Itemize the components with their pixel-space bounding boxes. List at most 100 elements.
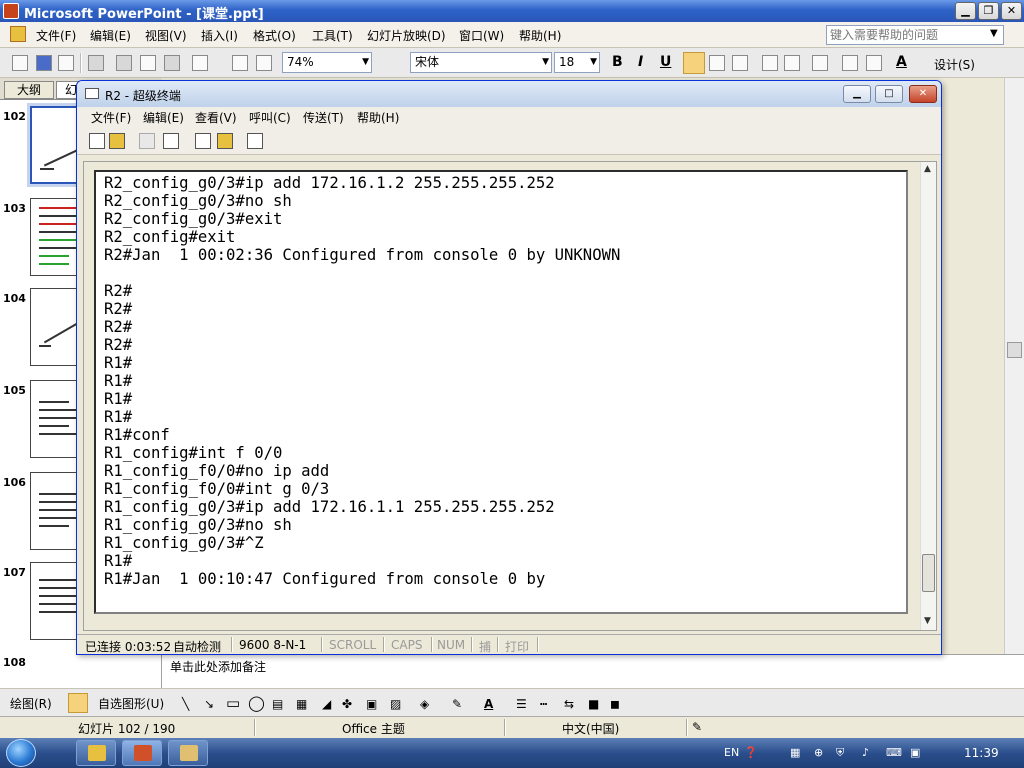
clock[interactable]: 11:39 [964,746,999,760]
draw-menu-button[interactable]: 绘图(R) [10,695,52,712]
menu-window[interactable]: 窗口(W) [459,27,504,44]
font-size-select[interactable]: 18 ▼ [554,52,600,73]
arrow-style-icon[interactable]: ⇆ [564,697,574,711]
numbering-icon[interactable] [762,55,778,71]
ht-menu-view[interactable]: 查看(V) [195,109,237,126]
fill-color-icon[interactable]: ◈ [420,697,429,711]
properties-icon[interactable] [247,133,263,149]
3d-icon[interactable]: ◼ [610,697,620,711]
minimize-button[interactable]: ▁ [955,2,976,20]
volume-icon[interactable]: ♪ [862,746,869,759]
permission-icon[interactable] [58,55,74,71]
bold-button[interactable]: B [612,54,623,70]
open-icon[interactable] [109,133,125,149]
undo-icon[interactable] [192,55,208,71]
new-connection-icon[interactable] [89,133,105,149]
notes-pane[interactable]: 单击此处添加备注 [162,654,1024,688]
font-color-button[interactable]: A [896,54,907,70]
line-icon[interactable]: ╲ [182,697,189,711]
font-name-select[interactable]: 宋体 ▼ [410,52,552,73]
new-icon[interactable] [12,55,28,71]
send-icon[interactable] [195,133,211,149]
menu-slideshow[interactable]: 幻灯片放映(D) [367,27,446,44]
hyperterminal-task-button[interactable] [168,740,208,766]
menu-insert[interactable]: 插入(I) [201,27,238,44]
menu-help[interactable]: 帮助(H) [519,27,561,44]
zoom-select[interactable]: 74% ▼ [282,52,372,73]
align-center-icon[interactable] [709,55,725,71]
clipart-icon[interactable]: ✤ [342,697,352,711]
textbox-icon[interactable]: ▤ [272,697,283,711]
disconnect-icon[interactable] [163,133,179,149]
menu-format[interactable]: 格式(O) [253,27,296,44]
shield-icon[interactable]: ⛨ [836,746,844,760]
scroll-down-icon[interactable]: ▼ [924,616,931,626]
align-left-button[interactable] [683,52,705,74]
autoshapes-button[interactable]: 自选图形(U) [98,695,164,712]
dash-style-icon[interactable]: ┅ [540,697,547,711]
align-right-icon[interactable] [732,55,748,71]
ht-menu-call[interactable]: 呼叫(C) [249,109,291,126]
scroll-thumb[interactable] [1007,342,1022,358]
tab-outline[interactable]: 大纲 [4,81,54,99]
call-icon[interactable] [139,133,155,149]
close-button[interactable]: ✕ [1001,2,1022,20]
help-icon[interactable]: ❓ [744,746,758,759]
terminal-scroll-thumb[interactable] [922,554,935,592]
network-icon[interactable]: ▦ [790,746,800,759]
increase-indent-icon[interactable] [866,55,882,71]
scroll-up-icon[interactable]: ▲ [924,164,931,174]
italic-button[interactable]: I [638,54,643,70]
ht-maximize-button[interactable]: □ [875,85,903,103]
document-icon[interactable] [10,26,26,42]
menu-file[interactable]: 文件(F) [36,27,76,44]
hyperterminal-titlebar[interactable]: R2 - 超级终端 ▁ □ ✕ [77,81,941,107]
shadow-icon[interactable]: ■ [588,697,599,711]
explorer-task-button[interactable] [76,740,116,766]
arrow-icon[interactable]: ↘ [204,697,214,711]
ht-menu-help[interactable]: 帮助(H) [357,109,399,126]
diagram-icon[interactable]: ◢ [322,697,331,711]
help-dropdown-icon[interactable]: ▼ [990,28,998,39]
slide-vertical-scrollbar[interactable] [1004,78,1024,654]
help-search-input[interactable]: 键入需要帮助的问题 [826,25,1004,45]
print-icon[interactable] [88,55,104,71]
terminal-screen[interactable]: R2_config_g0/3#ip add 172.16.1.2 255.255… [94,170,908,614]
ime-icon[interactable]: ▣ [910,746,920,759]
menu-edit[interactable]: 编辑(E) [90,27,131,44]
language-bar[interactable]: EN [724,746,739,759]
line-color-icon[interactable]: ✎ [452,697,462,711]
copy-icon[interactable] [116,55,132,71]
increase-font-icon[interactable] [812,55,828,71]
rectangle-icon[interactable]: ▭ [226,694,240,712]
terminal-vertical-scrollbar[interactable]: ▲ ▼ [920,162,936,630]
powerpoint-task-button[interactable] [122,740,162,766]
ht-menu-file[interactable]: 文件(F) [91,109,131,126]
chart-icon[interactable] [232,55,248,71]
select-pointer-icon[interactable] [68,693,88,713]
paste-icon[interactable] [140,55,156,71]
design-button[interactable]: 设计(S) [934,56,975,73]
ht-minimize-button[interactable]: ▁ [843,85,871,103]
decrease-indent-icon[interactable] [842,55,858,71]
image-icon[interactable]: ▨ [390,697,401,711]
format-painter-icon[interactable] [164,55,180,71]
menu-view[interactable]: 视图(V) [145,27,187,44]
table-icon[interactable] [256,55,272,71]
bullets-icon[interactable] [784,55,800,71]
oval-icon[interactable]: ◯ [248,694,265,712]
start-button[interactable] [6,739,36,767]
underline-button[interactable]: U [660,54,671,70]
powerpoint-titlebar[interactable]: Microsoft PowerPoint - [课堂.ppt] ▁ ❐ ✕ [0,0,1024,22]
receive-icon[interactable] [217,133,233,149]
ht-menu-edit[interactable]: 编辑(E) [143,109,184,126]
text-color-icon[interactable]: A [484,697,493,711]
menu-tools[interactable]: 工具(T) [312,27,353,44]
restore-button[interactable]: ❐ [978,2,999,20]
line-style-icon[interactable]: ☰ [516,697,527,711]
picture-icon[interactable]: ▣ [366,697,377,711]
save-icon[interactable] [36,55,52,71]
security-icon[interactable]: ⊕ [814,746,823,759]
ht-close-button[interactable]: ✕ [909,85,937,103]
ht-menu-transfer[interactable]: 传送(T) [303,109,344,126]
